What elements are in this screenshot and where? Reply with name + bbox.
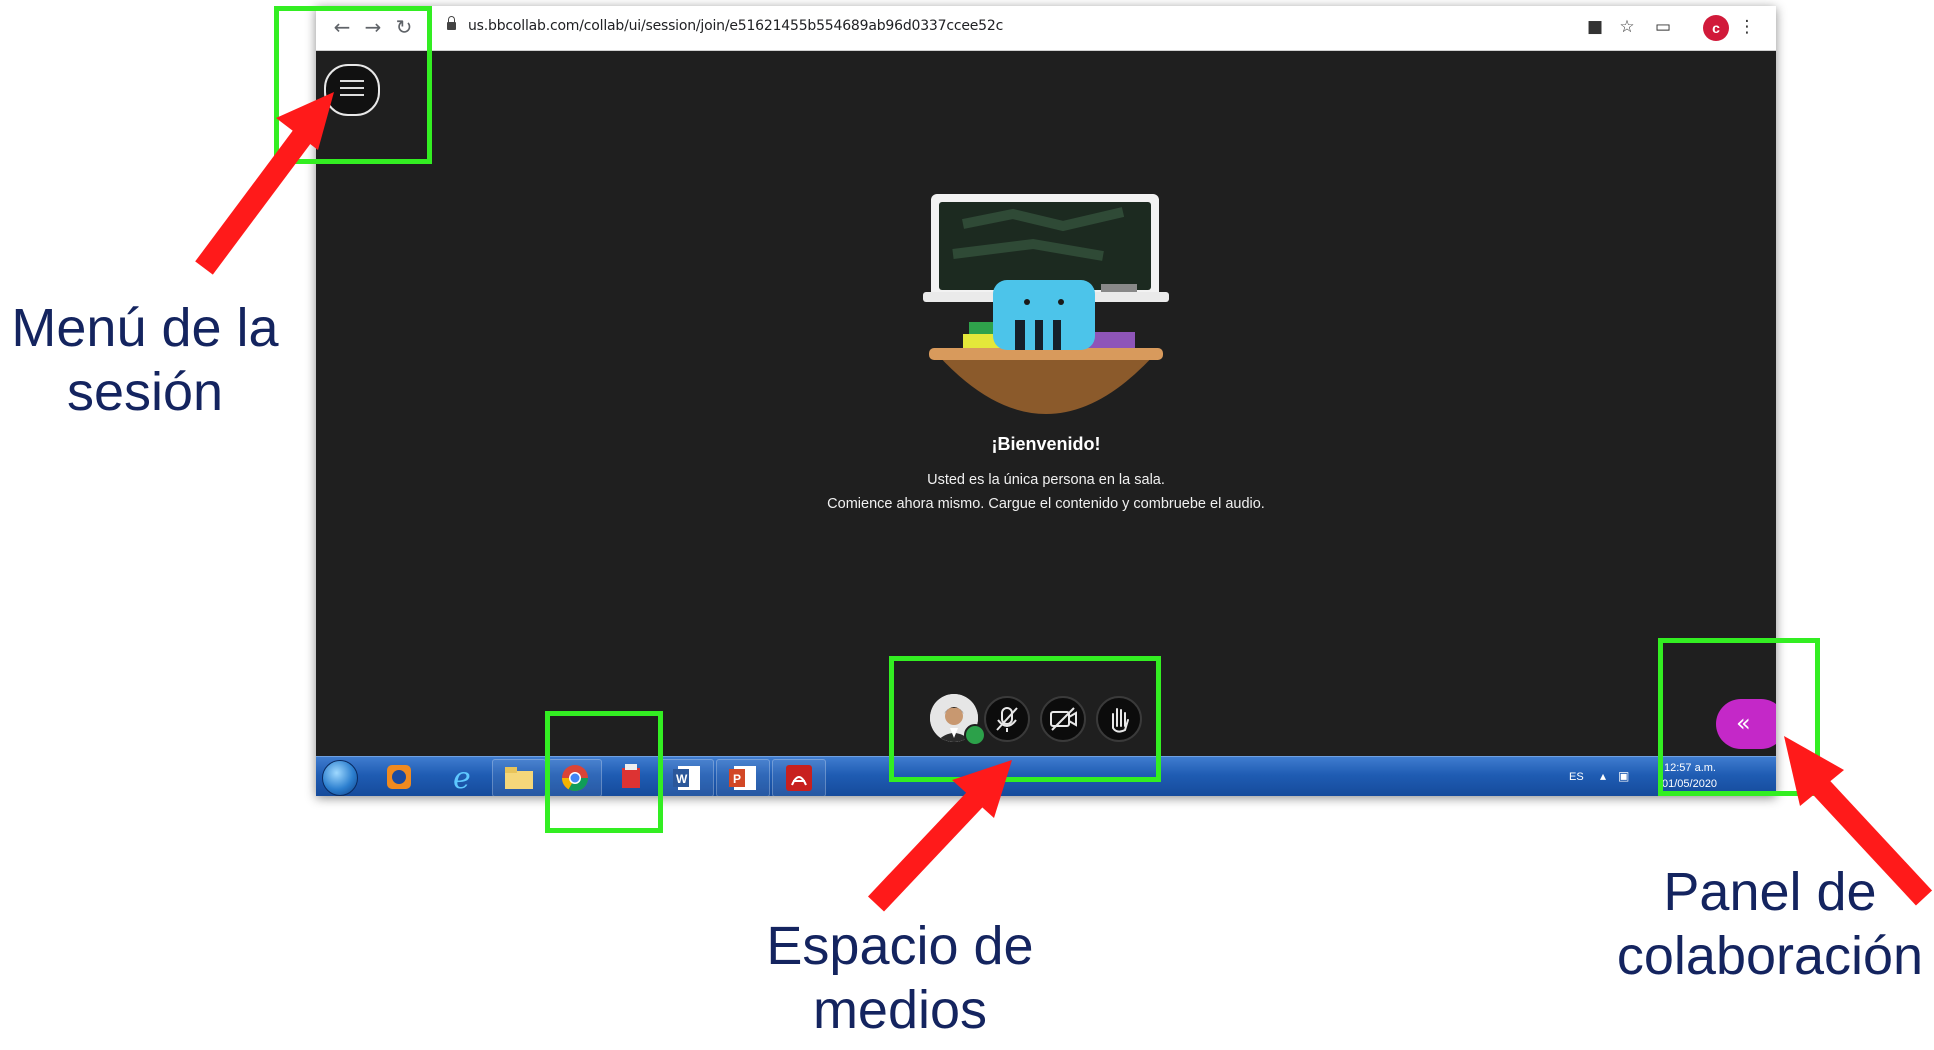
caption-line: Espacio de <box>766 916 1034 976</box>
caption-line: Menú de la <box>11 298 279 358</box>
caption-line: Panel de <box>1663 862 1877 922</box>
caption-line: colaboración <box>1616 926 1924 986</box>
arrow-media-space <box>868 786 988 912</box>
caption-media-space: Espacio de medios <box>740 914 1060 1042</box>
caption-session-menu: Menú de la sesión <box>0 296 290 424</box>
arrow-session-menu <box>195 127 313 275</box>
caption-line: sesión <box>66 362 224 422</box>
caption-collab-panel: Panel de colaboración <box>1610 860 1930 988</box>
caption-line: medios <box>812 980 988 1040</box>
